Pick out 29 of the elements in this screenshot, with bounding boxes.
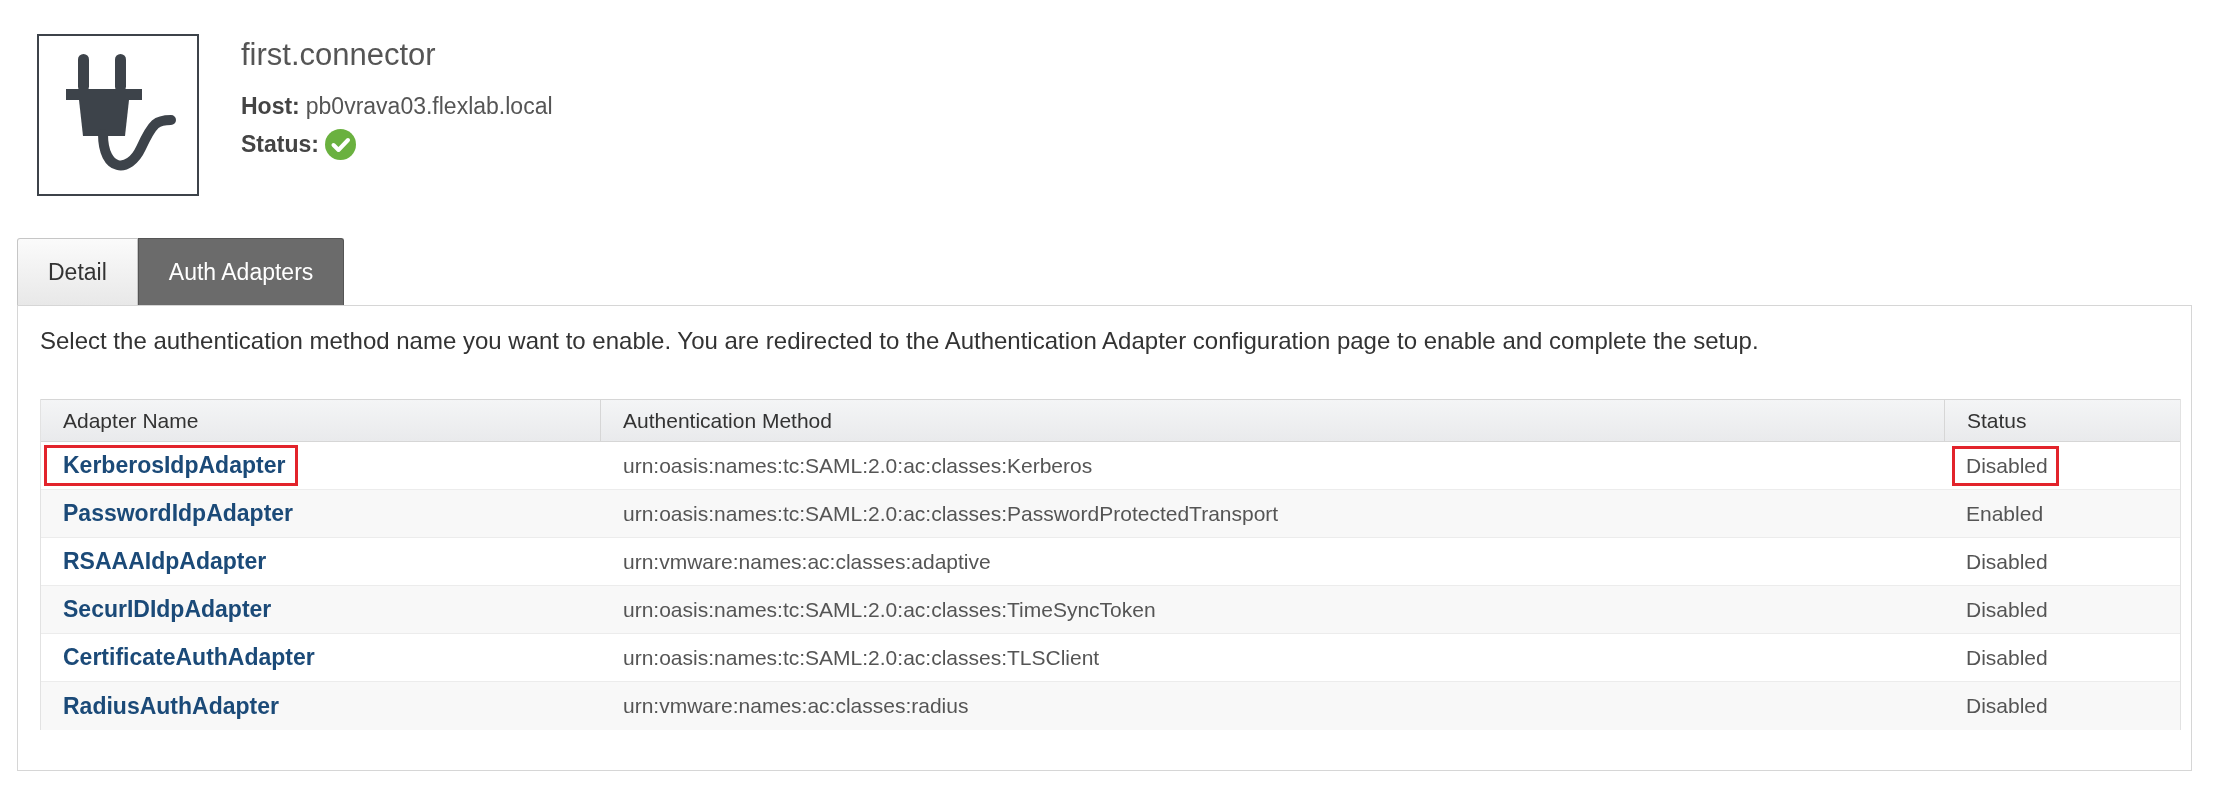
column-header: Authentication Method	[600, 400, 1944, 441]
tab[interactable]: Detail	[17, 238, 138, 305]
status-text: Disabled	[1965, 644, 2049, 671]
column-header: Status	[1944, 400, 2180, 441]
connector-title: first.connector	[241, 36, 437, 74]
tab[interactable]: Auth Adapters	[137, 238, 345, 305]
adapter-link[interactable]: RadiusAuthAdapter	[44, 685, 292, 727]
table-cell: urn:oasis:names:tc:SAML:2.0:ac:classes:Kerberos	[623, 453, 1093, 477]
table-cell: urn:oasis:names:tc:SAML:2.0:ac:classes:PasswordProtectedTransport	[623, 501, 1279, 525]
column-header: Adapter Name	[62, 407, 200, 434]
table-cell: urn:oasis:names:tc:SAML:2.0:ac:classes:TimeSyncToken	[623, 597, 1156, 621]
host-value: pb0vrava03.flexlab.local	[305, 92, 553, 121]
table-cell: urn:vmware:names:ac:classes:radius	[623, 694, 969, 717]
adapter-link[interactable]: CertificateAuthAdapter	[44, 637, 328, 678]
adapter-link[interactable]: SecurIDIdpAdapter	[44, 589, 285, 630]
table-cell: urn:oasis:names:tc:SAML:2.0:ac:classes:TLSClient	[623, 645, 1100, 669]
status-text: Disabled	[1965, 596, 2049, 623]
plug-icon	[37, 34, 199, 196]
status-text: Enabled	[1965, 500, 2045, 527]
status-label: Status:	[241, 131, 319, 158]
table-cell: urn:vmware:names:ac:classes:adaptive	[623, 549, 991, 573]
host-label: Host:	[241, 92, 300, 121]
adapter-link[interactable]: PasswordIdpAdapter	[44, 493, 307, 534]
status-text: Disabled	[1952, 445, 2059, 486]
status-text: Disabled	[1965, 548, 2049, 575]
status-text: Disabled	[1965, 693, 2049, 719]
description-text: Select the authentication method name you want to enable. You are redirected to the Authentication Adapter configuration page to enable and complete the setup.	[40, 327, 1760, 355]
adapter-link[interactable]: KerberosIdpAdapter	[44, 445, 299, 486]
adapter-link[interactable]: RSAAAIdpAdapter	[44, 541, 280, 582]
